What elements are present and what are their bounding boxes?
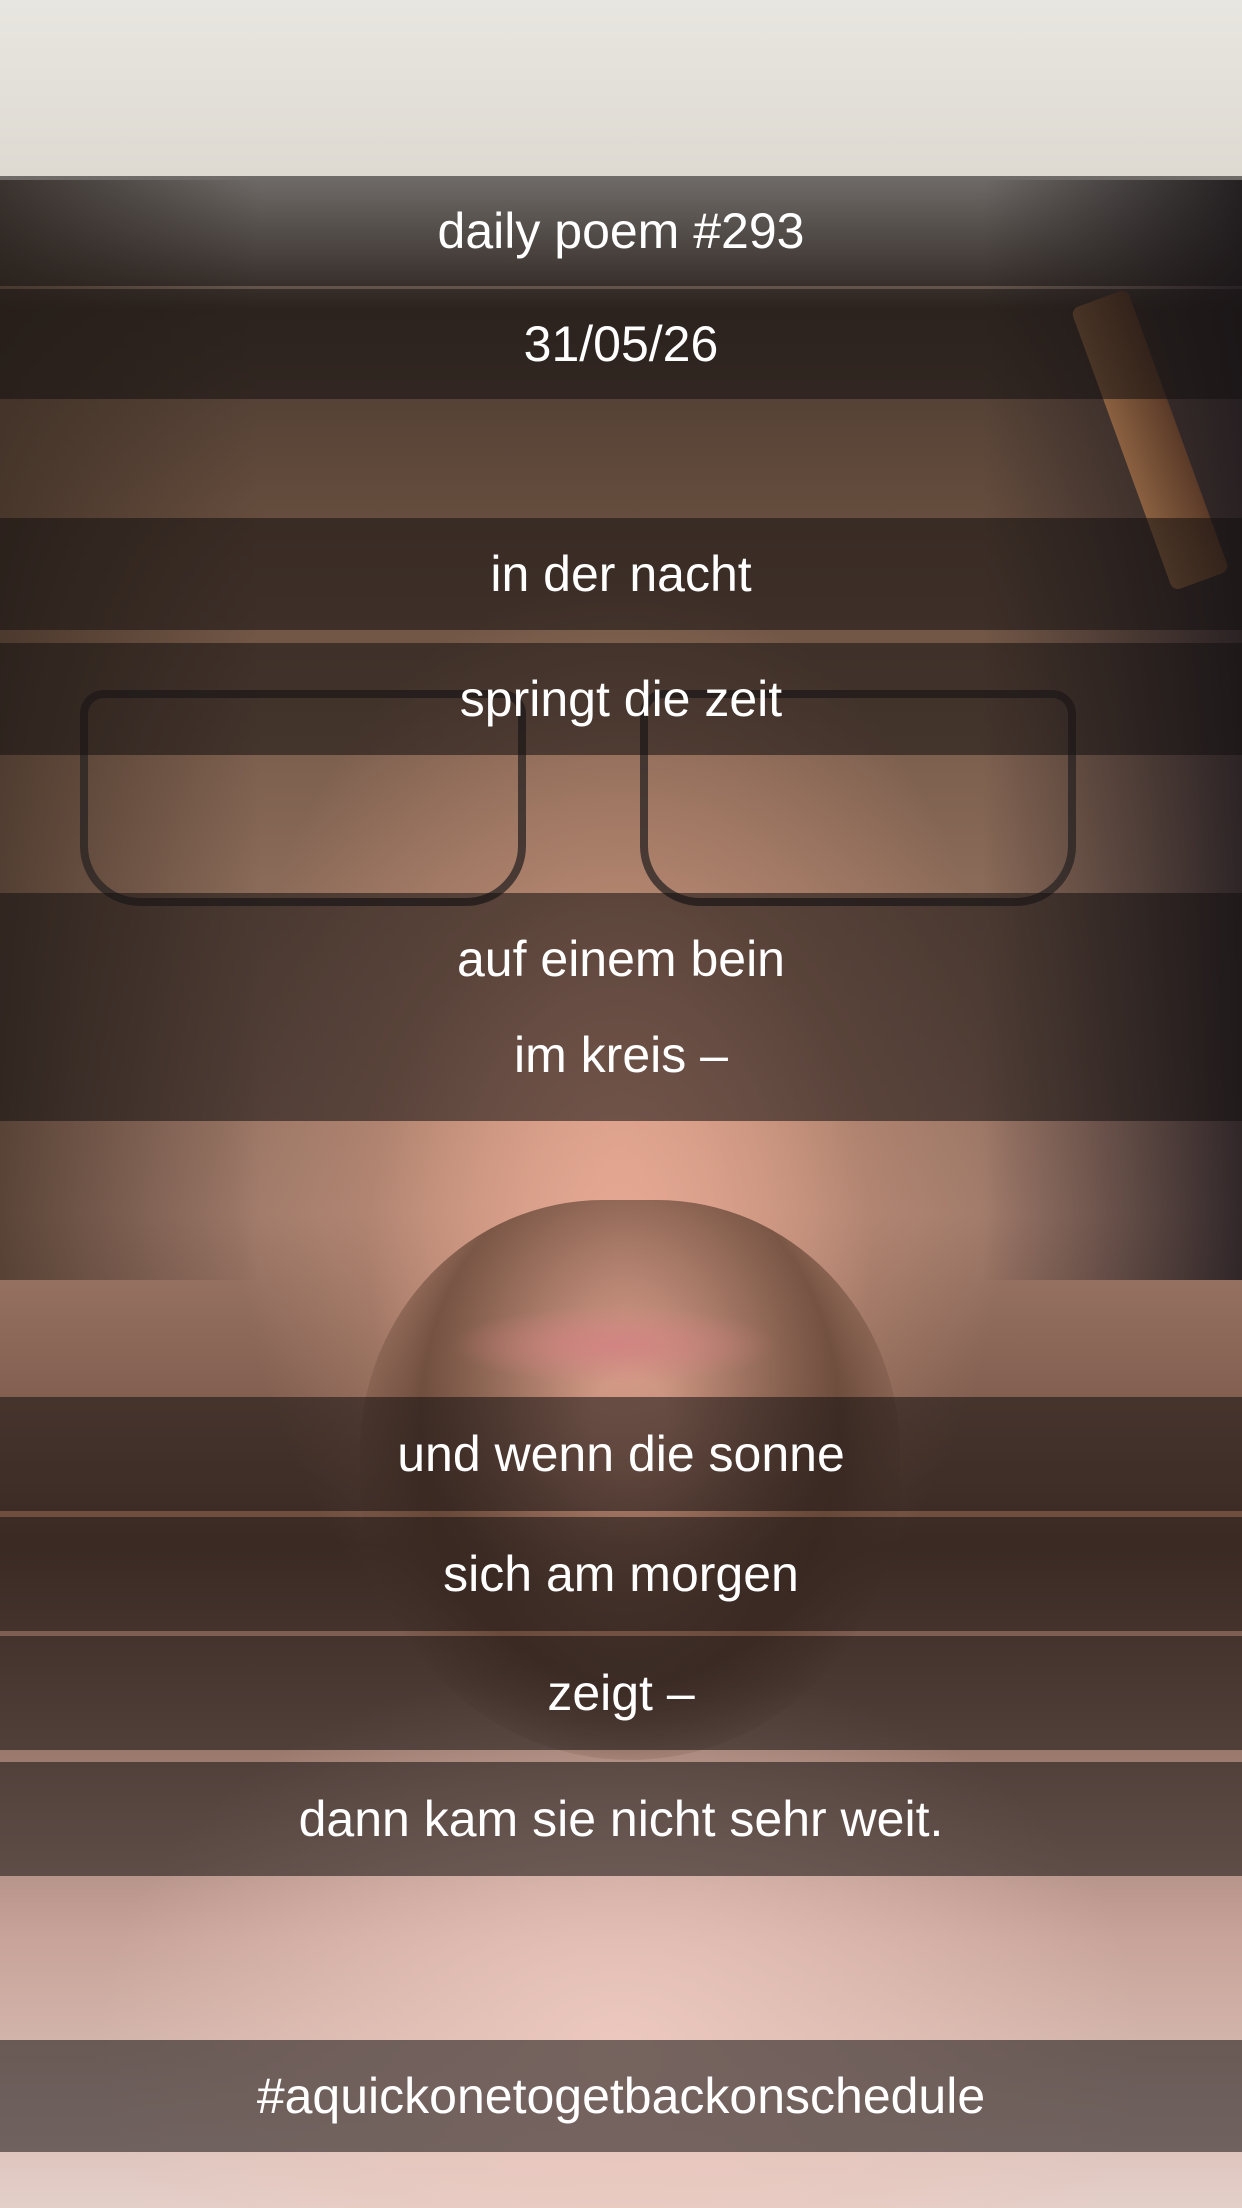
- poem-line: dann kam sie nicht sehr weit.: [298, 1791, 944, 1847]
- lips: [450, 1305, 780, 1385]
- poem-line: in der nacht: [490, 546, 752, 602]
- poem-line: und wenn die sonne: [397, 1426, 845, 1482]
- hashtag-band: #aquickonetogetbackonschedule: [0, 2040, 1242, 2152]
- poem-line: auf einem bein: [456, 931, 785, 988]
- poem-stanza-band: auf einem bein im kreis –: [0, 893, 1242, 1121]
- poem-line-band: dann kam sie nicht sehr weit.: [0, 1762, 1242, 1876]
- poem-line: sich am morgen: [443, 1546, 799, 1602]
- hashtag-text: #aquickonetogetbackonschedule: [256, 2068, 986, 2124]
- poem-line-band: in der nacht: [0, 518, 1242, 630]
- poem-line-band: und wenn die sonne: [0, 1397, 1242, 1511]
- poem-line-band: springt die zeit: [0, 643, 1242, 755]
- poem-line: springt die zeit: [459, 671, 783, 727]
- poem-line-band: sich am morgen: [0, 1517, 1242, 1631]
- title-band: daily poem #293: [0, 176, 1242, 286]
- poem-date: 31/05/26: [523, 316, 719, 372]
- poem-line: im kreis –: [514, 1026, 728, 1083]
- date-band: 31/05/26: [0, 289, 1242, 399]
- poem-title: daily poem #293: [437, 203, 805, 259]
- poem-line: zeigt –: [547, 1665, 695, 1721]
- poem-line-band: zeigt –: [0, 1636, 1242, 1750]
